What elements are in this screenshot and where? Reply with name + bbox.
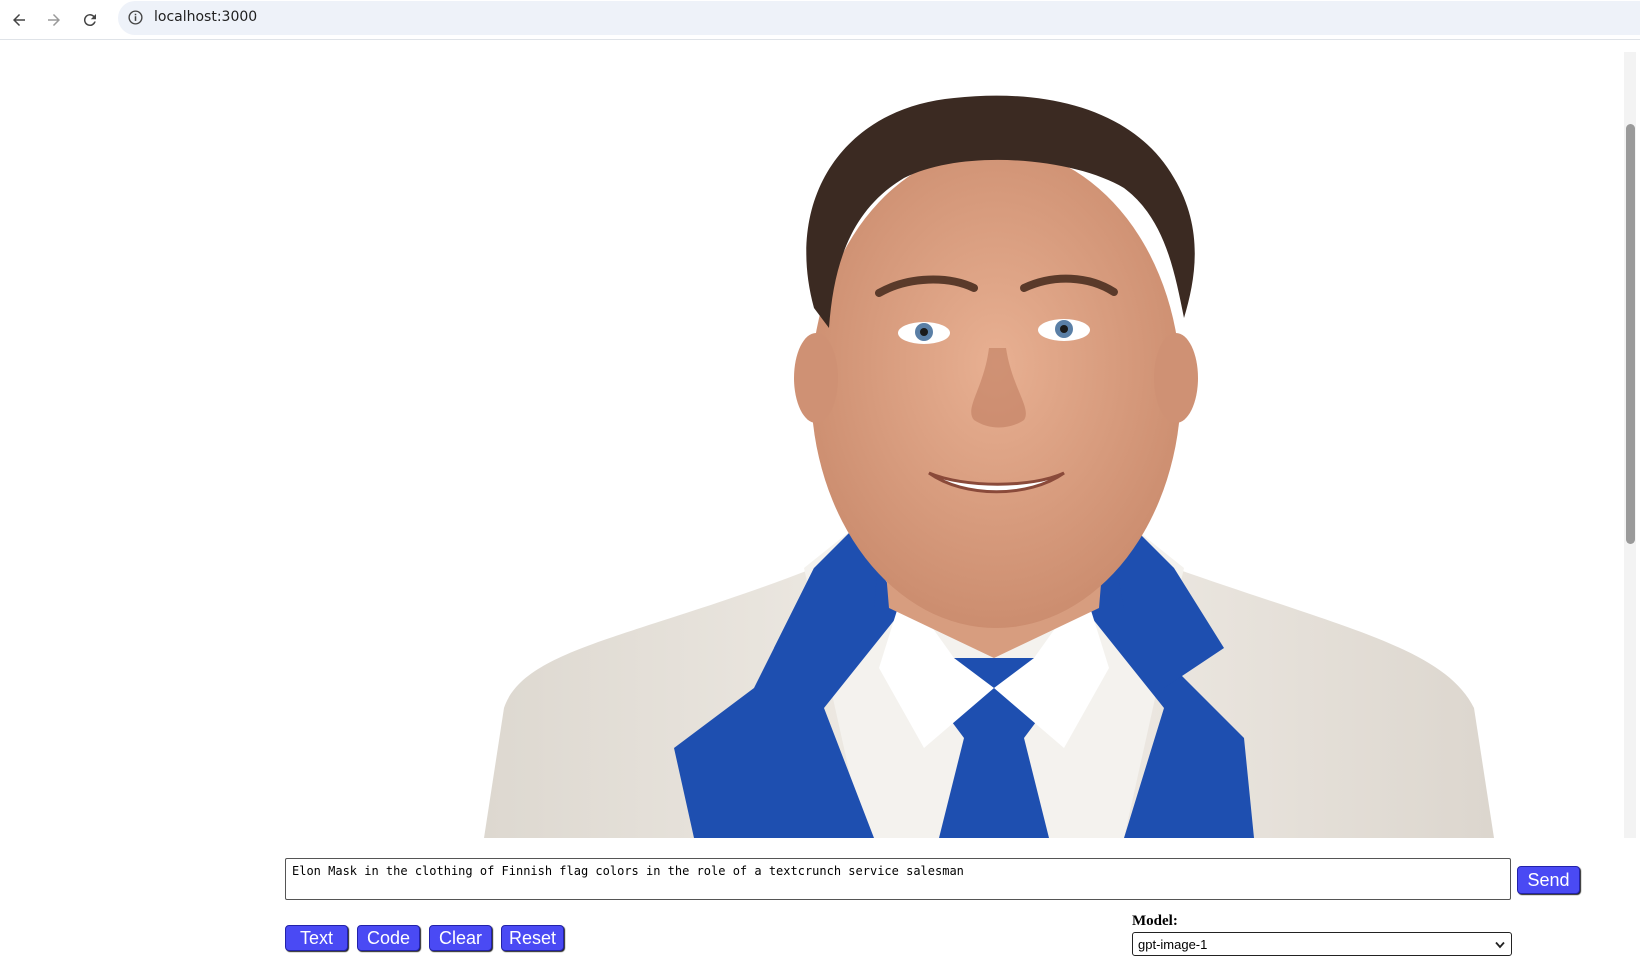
back-button[interactable] bbox=[3, 4, 35, 36]
info-icon[interactable] bbox=[127, 9, 144, 26]
prompt-input[interactable]: Elon Mask in the clothing of Finnish fla… bbox=[285, 858, 1511, 900]
send-button[interactable]: Send bbox=[1517, 866, 1580, 894]
forward-arrow-icon bbox=[48, 14, 60, 26]
model-label: Model: bbox=[1132, 913, 1178, 929]
reset-button[interactable]: Reset bbox=[501, 925, 564, 951]
chevron-down-icon bbox=[1495, 941, 1505, 949]
model-select[interactable]: gpt-image-1 bbox=[1132, 932, 1512, 956]
scrollbar-thumb[interactable] bbox=[1626, 124, 1635, 544]
browser-toolbar: localhost:3000 bbox=[0, 0, 1640, 40]
code-button[interactable]: Code bbox=[357, 925, 420, 951]
url-text[interactable]: localhost:3000 bbox=[154, 9, 257, 25]
generated-image bbox=[484, 95, 1494, 838]
clear-button[interactable]: Clear bbox=[429, 925, 492, 951]
address-bar[interactable]: localhost:3000 bbox=[118, 1, 1640, 35]
back-arrow-icon bbox=[13, 14, 25, 26]
scrollbar[interactable] bbox=[1624, 52, 1636, 838]
reload-icon bbox=[83, 14, 96, 27]
model-selected-value: gpt-image-1 bbox=[1138, 937, 1208, 952]
forward-button[interactable] bbox=[38, 4, 70, 36]
text-button[interactable]: Text bbox=[285, 925, 348, 951]
reload-button[interactable] bbox=[74, 4, 106, 36]
